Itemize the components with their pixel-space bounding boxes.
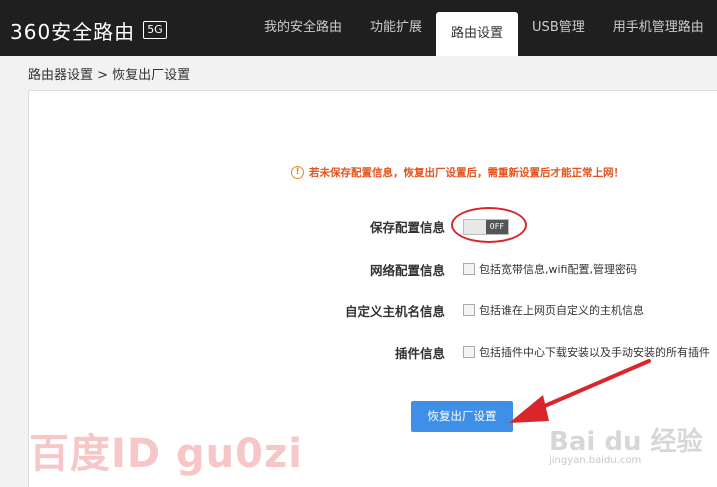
save-config-label: 保存配置信息 <box>369 220 445 235</box>
top-header: 360安全路由 5G 我的安全路由 功能扩展 路由设置 USB管理 用手机管理路… <box>0 0 717 56</box>
main-nav: 我的安全路由 功能扩展 路由设置 USB管理 用手机管理路由 <box>250 0 717 56</box>
network-config-checkbox[interactable] <box>463 263 475 275</box>
plugin-config-checkbox[interactable] <box>463 346 475 358</box>
annotation-arrow-icon <box>509 359 651 423</box>
logo-badge: 5G <box>143 21 167 39</box>
network-config-label: 网络配置信息 <box>369 263 445 278</box>
network-config-desc: 包括宽带信息,wifi配置,管理密码 <box>479 263 637 276</box>
factory-reset-button[interactable]: 恢复出厂设置 <box>411 401 513 432</box>
hostname-config-checkbox[interactable] <box>463 304 475 316</box>
hostname-config-label: 自定义主机名信息 <box>344 304 445 319</box>
breadcrumb-text: 路由器设置 > 恢复出厂设置 <box>28 68 191 83</box>
warning-message: ! 若未保存配置信息，恢复出厂设置后，需重新设置后才能正常上网！ <box>291 165 624 180</box>
breadcrumb: 路由器设置 > 恢复出厂设置 <box>28 64 190 83</box>
watermark-left: 百度ID gu0zi <box>29 431 303 477</box>
watermark-right: Bai du 经验 <box>549 427 703 457</box>
nav-my-router[interactable]: 我的安全路由 <box>250 0 356 56</box>
watermark-right-sub: jingyan.baidu.com <box>549 455 642 466</box>
hostname-config-desc: 包括谁在上网页自定义的主机信息 <box>479 304 644 317</box>
nav-usb[interactable]: USB管理 <box>518 0 599 56</box>
nav-extensions[interactable]: 功能扩展 <box>356 0 436 56</box>
nav-router-settings[interactable]: 路由设置 <box>436 12 519 56</box>
annotation-circle <box>451 207 527 243</box>
content-panel: ! 若未保存配置信息，恢复出厂设置后，需重新设置后才能正常上网！ 保存配置信息 … <box>28 90 717 487</box>
plugin-config-label: 插件信息 <box>394 346 445 361</box>
warning-icon: ! <box>291 166 304 179</box>
warning-text: 若未保存配置信息，恢复出厂设置后，需重新设置后才能正常上网！ <box>309 167 624 179</box>
nav-mobile-manage[interactable]: 用手机管理路由 <box>599 0 717 56</box>
logo: 360安全路由 5G <box>10 17 167 44</box>
logo-text: 360安全路由 <box>10 19 136 44</box>
